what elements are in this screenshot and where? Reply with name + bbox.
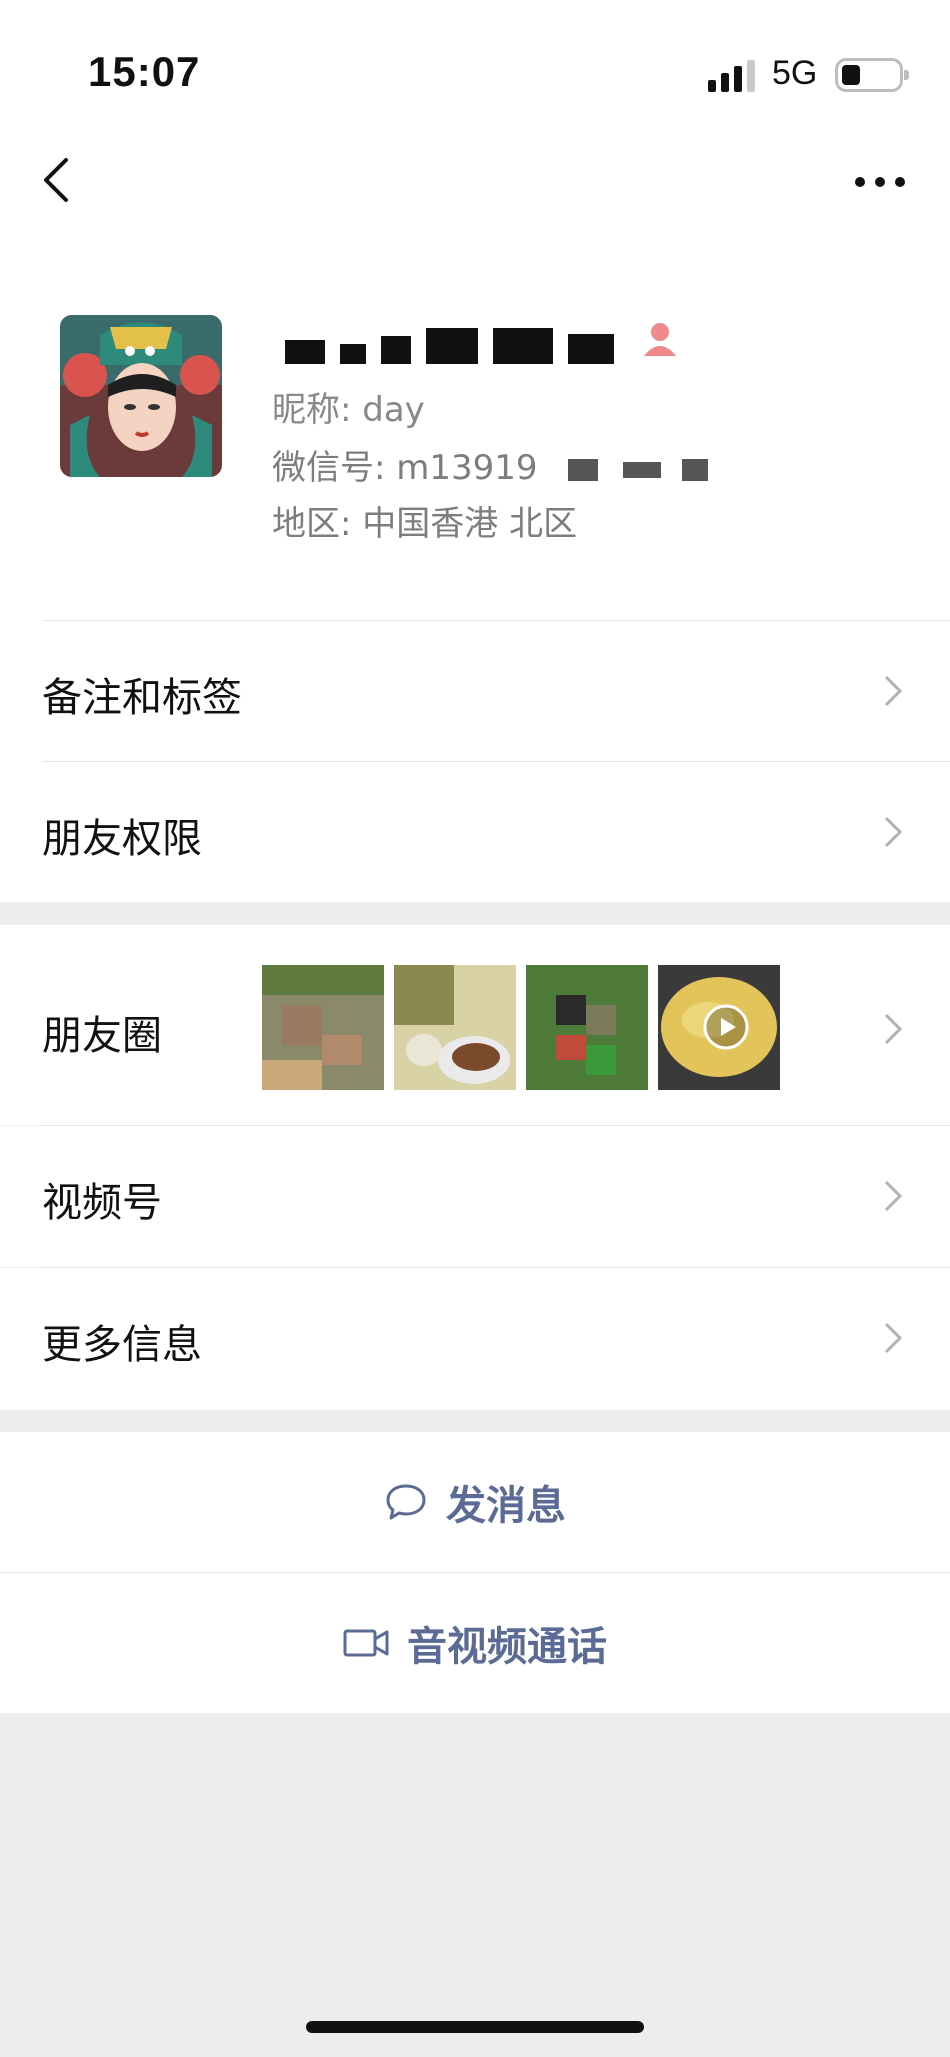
av-call-button[interactable]: 音视频通话	[0, 1573, 950, 1713]
message-bubble-icon	[386, 1484, 426, 1520]
moment-thumbnail[interactable]	[526, 965, 648, 1090]
status-time: 15:07	[88, 48, 201, 95]
wechat-id: 微信号: m13919	[272, 440, 708, 489]
moment-thumbnail[interactable]	[262, 965, 384, 1090]
home-indicator[interactable]	[306, 2021, 644, 2033]
gender-female-icon	[644, 323, 676, 356]
back-icon[interactable]	[34, 152, 82, 208]
send-message-button[interactable]: 发消息	[0, 1432, 950, 1572]
chevron-right-icon	[884, 675, 903, 707]
av-call-label: 音视频通话	[407, 1624, 607, 1670]
chevron-right-icon	[884, 1013, 903, 1045]
network-label: 5G	[772, 54, 818, 92]
remark-tags-label: 备注和标签	[42, 675, 242, 721]
channels-row[interactable]: 视频号	[0, 1126, 950, 1267]
chevron-right-icon	[884, 1180, 903, 1212]
chevron-right-icon	[884, 1322, 903, 1354]
send-message-label: 发消息	[446, 1483, 566, 1529]
channels-label: 视频号	[42, 1180, 162, 1226]
moment-thumbnail-video[interactable]	[658, 965, 780, 1090]
avatar[interactable]	[60, 315, 222, 477]
display-name-redacted	[285, 318, 624, 368]
signal-icon	[708, 60, 755, 92]
moments-label: 朋友圈	[42, 1013, 162, 1059]
region: 地区: 中国香港 北区	[272, 504, 578, 544]
friend-permissions-row[interactable]: 朋友权限	[0, 762, 950, 902]
battery-icon	[835, 58, 909, 92]
chevron-right-icon	[884, 816, 903, 848]
moment-thumbnail[interactable]	[394, 965, 516, 1090]
more-info-label: 更多信息	[42, 1322, 202, 1368]
remark-tags-row[interactable]: 备注和标签	[0, 621, 950, 761]
video-call-icon	[343, 1629, 389, 1657]
more-info-row[interactable]: 更多信息	[0, 1268, 950, 1410]
friend-permissions-label: 朋友权限	[42, 816, 202, 862]
nickname-label: 昵称: day	[272, 390, 425, 430]
more-icon[interactable]	[852, 164, 908, 200]
play-icon	[703, 1004, 749, 1050]
